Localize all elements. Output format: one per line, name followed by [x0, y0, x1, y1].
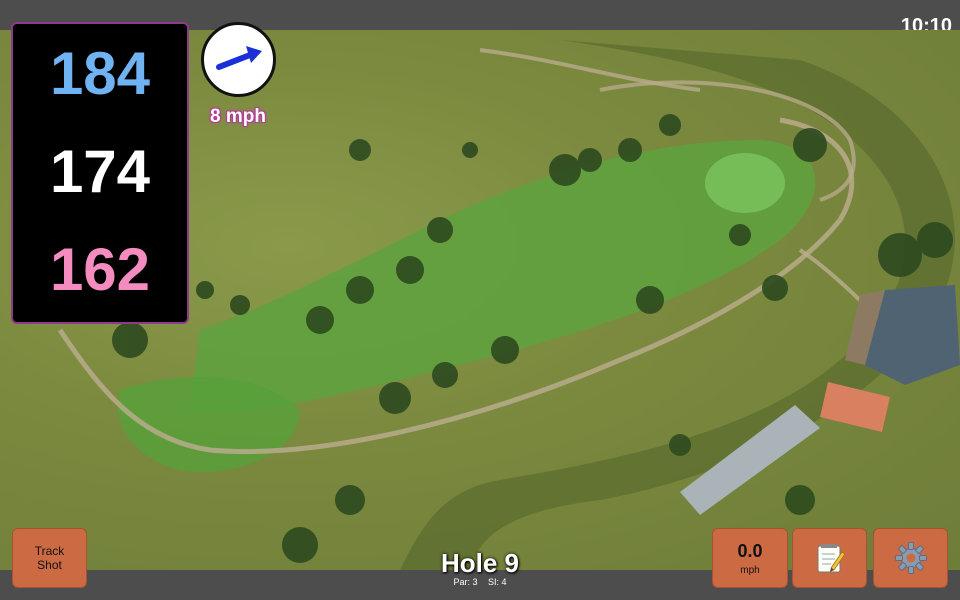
- wind-button-unit: mph: [740, 564, 760, 576]
- wind-button-value: 0.0: [737, 540, 763, 561]
- hole-title: Hole 9: [440, 548, 520, 578]
- hole-par: Par: 3: [453, 577, 478, 587]
- notes-button[interactable]: [792, 528, 867, 588]
- notepad-icon: [817, 544, 845, 573]
- wind-speed-label: 8 mph: [210, 106, 266, 127]
- gear-icon: [894, 542, 927, 574]
- green-area: [705, 153, 785, 213]
- arrow-right-icon: [216, 46, 262, 70]
- track-shot-label-line1: Track: [34, 544, 65, 558]
- hole-stroke-index: SI: 4: [488, 577, 507, 587]
- settings-button[interactable]: [873, 528, 948, 588]
- wind-direction-dial: [201, 22, 276, 97]
- distance-front: 162: [49, 236, 151, 303]
- distance-middle: 174: [49, 138, 151, 205]
- track-shot-label-line2: Shot: [37, 558, 62, 572]
- distance-back: 184: [49, 40, 151, 107]
- track-shot-button[interactable]: Track Shot: [12, 528, 87, 588]
- wind-speed-button[interactable]: 0.0 mph: [712, 528, 788, 588]
- hole-meta: Par: 3 SI: 4: [380, 577, 580, 587]
- distance-panel: 184 174 162: [11, 22, 189, 324]
